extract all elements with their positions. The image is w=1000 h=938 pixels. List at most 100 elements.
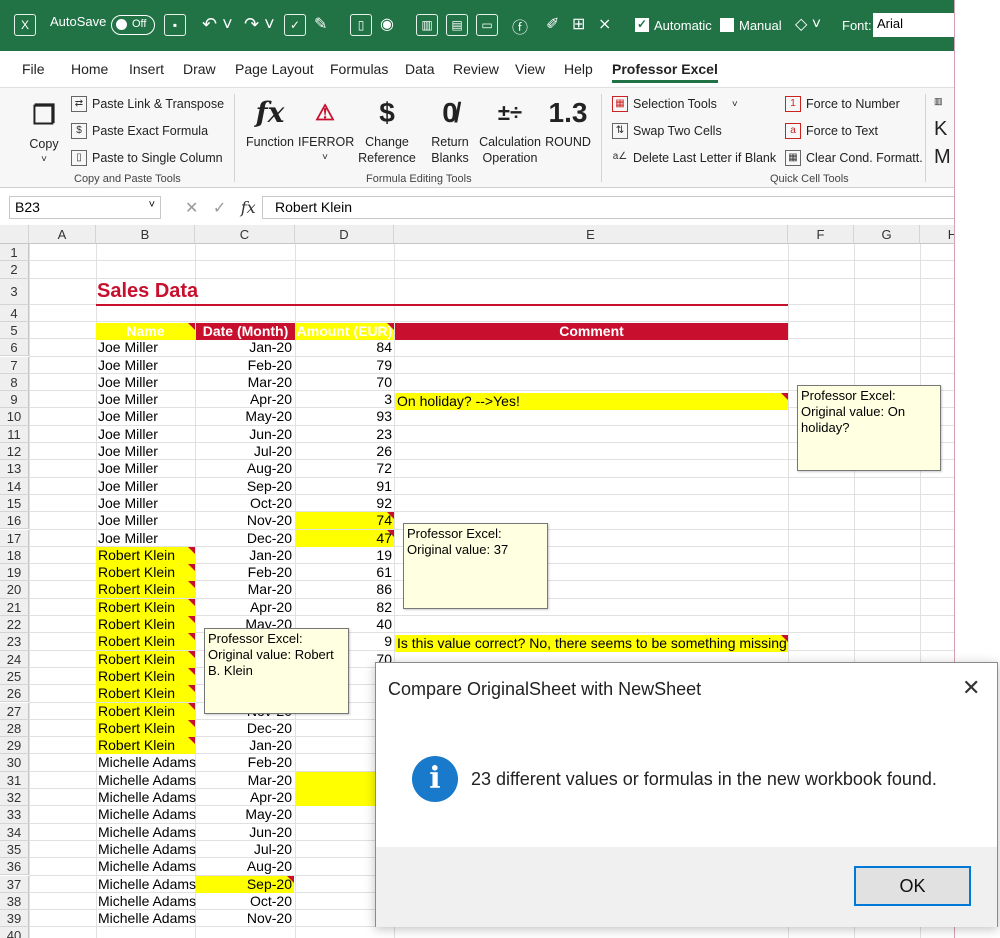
select-all-corner[interactable] xyxy=(0,225,29,244)
grid-icon[interactable]: ⊞ xyxy=(572,14,585,34)
manual-checkbox[interactable] xyxy=(720,18,734,32)
name-cell[interactable]: Robert Klein xyxy=(96,737,195,755)
date-cell[interactable]: Jan-20 xyxy=(196,737,294,754)
date-cell[interactable]: Nov-20 xyxy=(196,910,294,927)
row-header[interactable]: 31 xyxy=(0,771,29,789)
date-cell[interactable]: Oct-20 xyxy=(196,893,294,910)
ok-button[interactable]: OK xyxy=(854,866,971,906)
name-cell[interactable]: Michelle Adams xyxy=(96,824,196,841)
amount-cell[interactable]: 82 xyxy=(295,599,394,616)
row-header[interactable]: 21 xyxy=(0,598,29,616)
tab-formulas[interactable]: Formulas xyxy=(330,61,388,77)
date-cell[interactable]: Dec-20 xyxy=(196,720,294,737)
force-text-button[interactable]: a Force to Text xyxy=(785,123,878,139)
amount-cell[interactable]: 61 xyxy=(295,564,394,581)
row-header[interactable]: 32 xyxy=(0,789,29,807)
name-cell[interactable]: Joe Miller xyxy=(96,460,195,477)
name-cell[interactable]: Michelle Adams xyxy=(96,772,196,789)
comment-cell-row23[interactable]: Is this value correct? No, there seems t… xyxy=(395,635,788,652)
column-header-g[interactable]: G xyxy=(854,225,920,244)
amount-cell[interactable]: 70 xyxy=(295,374,394,391)
amount-cell[interactable]: 26 xyxy=(295,443,394,460)
k-format-icon[interactable]: K xyxy=(934,118,947,141)
autosave-toggle[interactable]: Off xyxy=(111,15,155,35)
name-cell[interactable]: Joe Miller xyxy=(96,391,195,408)
date-cell[interactable]: Mar-20 xyxy=(196,581,294,598)
row-header[interactable]: 17 xyxy=(0,529,29,547)
name-cell[interactable]: Robert Klein xyxy=(96,702,195,720)
row-header[interactable]: 12 xyxy=(0,443,29,461)
name-box[interactable]: B23 ˅ xyxy=(9,196,161,219)
name-cell[interactable]: Joe Miller xyxy=(96,443,195,460)
iferror-button[interactable]: ⚠ IFERROR ˅ xyxy=(298,92,354,166)
function-circle-icon[interactable]: ⓕ xyxy=(512,14,528,38)
tab-professor-excel[interactable]: Professor Excel xyxy=(612,61,718,83)
row-header[interactable]: 28 xyxy=(0,719,29,738)
tab-data[interactable]: Data xyxy=(405,61,435,77)
row-header[interactable]: 19 xyxy=(0,564,29,582)
round-button[interactable]: 1.3 ROUND xyxy=(544,92,592,150)
date-cell[interactable]: Apr-20 xyxy=(196,391,294,408)
clear-cond-format-button[interactable]: ▦ Clear Cond. Formatt. xyxy=(785,150,923,166)
date-cell[interactable]: Feb-20 xyxy=(196,564,294,581)
automatic-checkbox[interactable] xyxy=(635,17,649,32)
fx-clear-icon[interactable]: ⨯ xyxy=(598,14,611,34)
name-cell[interactable]: Michelle Adams xyxy=(96,789,196,806)
header-amount[interactable]: Amount (EUR) xyxy=(295,323,394,340)
amount-cell[interactable]: 3 xyxy=(295,391,394,408)
change-reference-button[interactable]: $ Change Reference xyxy=(354,92,420,166)
redo-icon[interactable]: ↷ ˅ xyxy=(244,14,275,35)
row-header[interactable]: 24 xyxy=(0,650,29,668)
amount-highlight[interactable]: 74 xyxy=(295,512,394,530)
name-cell[interactable]: Michelle Adams xyxy=(96,893,196,910)
tab-draw[interactable]: Draw xyxy=(183,61,216,77)
column-header-d[interactable]: D xyxy=(295,225,394,244)
row-header[interactable]: 15 xyxy=(0,494,29,513)
number-format-icon[interactable]: ▥ xyxy=(934,96,943,107)
row-header[interactable]: 5 xyxy=(0,321,29,340)
row-header[interactable]: 3 xyxy=(0,278,29,305)
name-cell[interactable]: Joe Miller xyxy=(96,426,195,443)
amount-cell[interactable]: 93 xyxy=(295,408,394,425)
row-header[interactable]: 8 xyxy=(0,373,29,392)
comment-cell-row9[interactable]: On holiday? -->Yes! xyxy=(395,393,788,410)
eraser-icon[interactable]: ◇ ˅ xyxy=(795,14,821,34)
column-header-h[interactable]: H xyxy=(920,225,954,244)
name-cell[interactable]: Joe Miller xyxy=(96,374,195,391)
brush-icon[interactable]: ✎ xyxy=(314,14,327,34)
amount-cell[interactable]: 19 xyxy=(295,547,394,564)
save-icon[interactable]: ▪ xyxy=(164,14,186,36)
header-name[interactable]: Name xyxy=(96,323,195,340)
row-header[interactable]: 10 xyxy=(0,408,29,426)
amount-cell[interactable]: 91 xyxy=(295,478,394,495)
edit-icon[interactable]: ✐ xyxy=(546,14,559,34)
row-header[interactable]: 27 xyxy=(0,702,29,720)
row-header[interactable]: 4 xyxy=(0,304,29,322)
date-cell[interactable]: Aug-20 xyxy=(196,858,294,875)
function-button[interactable]: fx Function xyxy=(244,92,296,150)
return-blanks-button[interactable]: 0̸ Return Blanks xyxy=(424,92,476,166)
row-header[interactable]: 37 xyxy=(0,875,29,893)
row-header[interactable]: 6 xyxy=(0,339,29,357)
name-cell[interactable]: Robert Klein xyxy=(96,633,195,651)
name-cell[interactable]: Robert Klein xyxy=(96,685,195,703)
row-header[interactable]: 40 xyxy=(0,927,29,938)
copy-button[interactable]: ❐ Copy ˅ xyxy=(22,94,66,168)
row-header[interactable]: 22 xyxy=(0,616,29,634)
tab-help[interactable]: Help xyxy=(564,61,593,77)
date-cell[interactable]: Sep-20 xyxy=(196,875,294,893)
chart-icon[interactable]: ▥ xyxy=(416,14,438,36)
row-header[interactable]: 25 xyxy=(0,667,29,686)
m-format-icon[interactable]: M xyxy=(934,146,951,169)
record-icon[interactable]: ◉ xyxy=(380,14,394,34)
row-header[interactable]: 34 xyxy=(0,823,29,841)
tab-page-layout[interactable]: Page Layout xyxy=(235,61,314,77)
date-cell[interactable]: Jul-20 xyxy=(196,443,294,460)
date-cell[interactable]: Aug-20 xyxy=(196,460,294,477)
tab-review[interactable]: Review xyxy=(453,61,499,77)
quick-access-icon[interactable]: ✓ xyxy=(284,14,306,36)
header-date[interactable]: Date (Month) xyxy=(196,323,295,340)
name-cell[interactable]: Michelle Adams xyxy=(96,858,196,875)
row-header[interactable]: 1 xyxy=(0,244,29,262)
page-icon[interactable]: ▯ xyxy=(350,14,372,36)
